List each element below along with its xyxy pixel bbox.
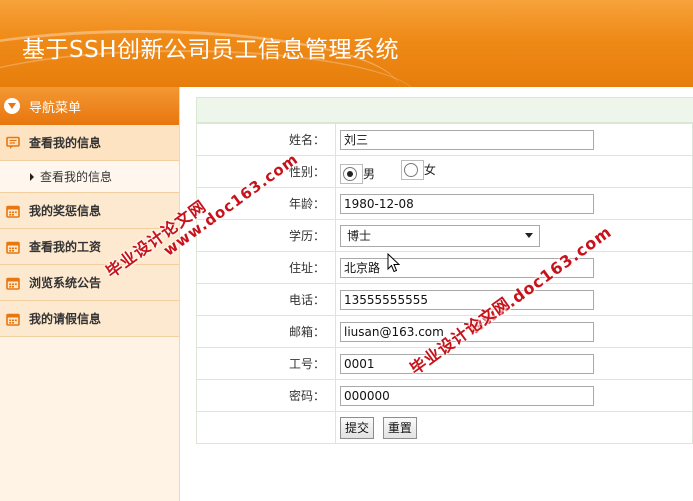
calendar-icon bbox=[6, 312, 20, 326]
gender-male-label: 男 bbox=[363, 167, 376, 181]
form-header-bar bbox=[196, 97, 693, 123]
password-field[interactable]: 000000 bbox=[340, 385, 594, 406]
employee-no-label: 工号： bbox=[196, 347, 336, 380]
sidebar-subitem-label: 查看我的信息 bbox=[40, 170, 113, 184]
gender-male-radio-box[interactable] bbox=[340, 163, 363, 184]
form-row-name: 姓名： 刘三 bbox=[196, 123, 693, 156]
form-row-age: 年龄： 1980-12-08 bbox=[196, 187, 693, 220]
sidebar-item-my-info[interactable]: 查看我的信息 bbox=[0, 125, 179, 161]
app-title: 基于SSH创新公司员工信息管理系统 bbox=[22, 37, 399, 63]
phone-label: 电话： bbox=[196, 283, 336, 316]
app-header: 基于SSH创新公司员工信息管理系统 bbox=[0, 0, 693, 87]
calendar-icon bbox=[6, 276, 20, 290]
gender-female-radio-box[interactable] bbox=[400, 159, 424, 180]
sidebar-item-label: 我的请假信息 bbox=[29, 312, 102, 326]
sidebar-item-leave[interactable]: 我的请假信息 bbox=[0, 301, 179, 337]
calendar-icon bbox=[6, 240, 20, 254]
employee-no-field[interactable]: 0001 bbox=[340, 353, 594, 374]
gender-male-radio[interactable] bbox=[343, 166, 357, 181]
form-row-phone: 电话： 13555555555 bbox=[196, 283, 693, 316]
chevron-down-icon bbox=[4, 98, 20, 114]
education-selected-value: 博士 bbox=[347, 229, 372, 243]
sidebar: 导航菜单 查看我的信息 查看我的信息 我的奖惩信息 查看我的工资 浏览系统公告 … bbox=[0, 87, 180, 501]
sidebar-item-label: 我的奖惩信息 bbox=[29, 204, 102, 218]
form-row-password: 密码： 000000 bbox=[196, 379, 693, 412]
caret-right-icon bbox=[30, 172, 34, 181]
name-field[interactable]: 刘三 bbox=[340, 129, 594, 150]
age-field[interactable]: 1980-12-08 bbox=[340, 193, 594, 214]
name-label: 姓名： bbox=[196, 123, 336, 156]
sidebar-item-label: 浏览系统公告 bbox=[29, 276, 102, 290]
calendar-icon bbox=[6, 204, 20, 218]
form-row-education: 学历： 博士 bbox=[196, 219, 693, 252]
password-label: 密码： bbox=[196, 379, 336, 412]
radio-selected-dot bbox=[347, 170, 353, 177]
sidebar-subitem-view-my-info[interactable]: 查看我的信息 bbox=[0, 161, 179, 193]
mouse-pointer-icon bbox=[387, 253, 401, 273]
main-content: 姓名： 刘三 性别： 男 女 年龄： 1980-12-08 学历： 博士 住址：… bbox=[196, 97, 693, 444]
gender-male-option[interactable]: 男 bbox=[340, 163, 376, 184]
sidebar-item-label: 查看我的信息 bbox=[29, 136, 102, 150]
sidebar-item-label: 查看我的工资 bbox=[29, 240, 102, 254]
actions-label-cell bbox=[196, 411, 336, 444]
phone-field[interactable]: 13555555555 bbox=[340, 289, 594, 310]
address-label: 住址： bbox=[196, 251, 336, 284]
email-label: 邮箱： bbox=[196, 315, 336, 348]
gender-female-option[interactable]: 女 bbox=[400, 159, 436, 180]
chevron-down-icon bbox=[525, 233, 533, 238]
nav-menu-header[interactable]: 导航菜单 bbox=[0, 87, 179, 125]
message-icon bbox=[6, 136, 20, 150]
form-row-address: 住址： 北京路 bbox=[196, 251, 693, 284]
reset-button[interactable]: 重置 bbox=[382, 416, 417, 439]
nav-menu-title: 导航菜单 bbox=[29, 100, 82, 116]
gender-female-radio[interactable] bbox=[403, 162, 418, 177]
gender-female-label: 女 bbox=[423, 163, 436, 177]
form-row-actions: 提交 重置 bbox=[196, 411, 693, 444]
sidebar-item-announcements[interactable]: 浏览系统公告 bbox=[0, 265, 179, 301]
submit-button[interactable]: 提交 bbox=[340, 416, 375, 439]
education-select[interactable]: 博士 bbox=[340, 224, 540, 247]
